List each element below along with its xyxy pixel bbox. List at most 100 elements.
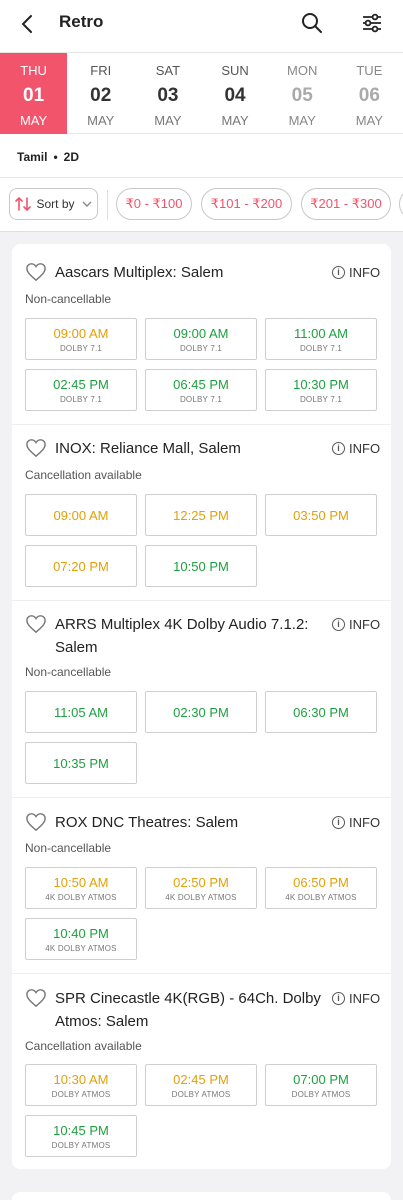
showtime-slot[interactable]: 03:50 PM (265, 494, 377, 536)
showtime-time: 02:30 PM (173, 705, 229, 720)
showtime-slot[interactable]: 02:50 PM 4K DOLBY ATMOS (145, 867, 257, 909)
info-button[interactable]: i INFO (332, 441, 380, 456)
venue-list-card: Aascars Multiplex: Salem i INFO Non-cance… (12, 244, 391, 1169)
showtime-slot[interactable]: 02:45 PM DOLBY ATMOS (145, 1064, 257, 1106)
showtime-time: 06:50 PM (293, 875, 349, 890)
showtime-format: DOLBY 7.1 (299, 344, 343, 353)
showtime-time: 11:00 AM (294, 326, 348, 341)
info-label: INFO (349, 815, 381, 830)
date-tue-06[interactable]: TUE 06 MAY (336, 53, 403, 134)
showtime-slot[interactable]: 06:50 PM 4K DOLBY ATMOS (265, 867, 377, 909)
showtime-slot[interactable]: 06:30 PM (265, 691, 377, 733)
showtime-slot[interactable]: 10:50 PM (145, 545, 257, 587)
back-arrow-icon[interactable] (16, 12, 40, 36)
app-header: Retro (0, 0, 403, 52)
date-day: 06 (358, 85, 380, 106)
info-label: INFO (349, 617, 381, 632)
venue-name-line1: ARRS Multiplex 4K Dolby Audio 7.1.2: (55, 616, 309, 633)
showtime-slot[interactable]: 10:30 AM DOLBY ATMOS (25, 1064, 137, 1106)
date-month: MAY (19, 113, 48, 128)
showtime-time: 03:50 PM (293, 508, 349, 523)
price-chip-0-100[interactable]: ₹0 - ₹100 (116, 188, 192, 220)
search-icon[interactable] (300, 11, 324, 35)
sort-by-button[interactable]: Sort by (9, 188, 98, 220)
date-mon-05[interactable]: MON 05 MAY (269, 53, 336, 134)
info-label: INFO (349, 991, 381, 1006)
info-button[interactable]: i INFO (332, 265, 380, 280)
date-day: 03 (157, 85, 179, 106)
showtime-slot[interactable]: 10:45 PM DOLBY ATMOS (25, 1115, 137, 1157)
info-button[interactable]: i INFO (332, 617, 380, 632)
venue-name[interactable]: INOX: Reliance Mall, Salem (55, 437, 325, 460)
next-card-partial (12, 1192, 391, 1200)
showtime-slot[interactable]: 02:30 PM (145, 691, 257, 733)
showtime-format: 4K DOLBY ATMOS (285, 893, 357, 902)
showtime-time: 12:25 PM (173, 508, 229, 523)
showtime-slot[interactable]: 02:45 PM DOLBY 7.1 (25, 369, 137, 411)
date-weekday: SUN (221, 63, 249, 78)
language-format-label: Tamil • 2D (17, 150, 79, 164)
date-thu-01[interactable]: THU 01 MAY (0, 53, 68, 134)
showtime-time: 09:00 AM (53, 508, 109, 523)
date-day: 04 (224, 85, 246, 106)
showtime-time: 09:00 AM (173, 326, 229, 341)
showtime-slot[interactable]: 07:20 PM (25, 545, 137, 587)
date-selector: THU 01 MAY FRI 02 MAY SAT 03 MAY SUN 04 … (0, 52, 403, 134)
info-icon: i (332, 992, 345, 1005)
showtime-time: 06:45 PM (173, 377, 229, 392)
showtime-slot[interactable]: 06:45 PM DOLBY 7.1 (145, 369, 257, 411)
heart-icon[interactable] (25, 812, 47, 832)
date-month: MAY (221, 113, 249, 128)
filter-sliders-icon[interactable] (360, 11, 384, 35)
heart-icon[interactable] (25, 438, 47, 458)
heart-icon[interactable] (25, 988, 47, 1008)
showtime-slot[interactable]: 09:00 AM (25, 494, 137, 536)
showtime-slot[interactable]: 07:00 PM DOLBY ATMOS (265, 1064, 377, 1106)
date-weekday: FRI (90, 63, 112, 78)
date-sat-03[interactable]: SAT 03 MAY (134, 53, 201, 134)
date-month: MAY (355, 113, 383, 128)
heart-icon[interactable] (25, 262, 47, 282)
showtime-slot[interactable]: 09:00 AM DOLBY 7.1 (145, 318, 257, 360)
language-format-bar: Tamil • 2D (0, 134, 403, 178)
showtime-time: 07:00 PM (293, 1072, 349, 1087)
showtime-format: DOLBY 7.1 (179, 344, 223, 353)
showtime-slot[interactable]: 11:05 AM (25, 691, 137, 733)
showtime-format: 4K DOLBY ATMOS (45, 944, 117, 953)
info-button[interactable]: i INFO (332, 815, 380, 830)
showtime-time: 10:35 PM (53, 756, 109, 771)
showtime-slot[interactable]: 09:00 AM DOLBY 7.1 (25, 318, 137, 360)
date-weekday: TUE (356, 63, 383, 78)
cancellation-policy: Cancellation available (25, 468, 142, 482)
date-day: 02 (90, 85, 112, 106)
showtime-time: 09:00 AM (53, 326, 109, 341)
showtime-slot[interactable]: 10:35 PM (25, 742, 137, 784)
date-month: MAY (288, 113, 316, 128)
venue-name[interactable]: ROX DNC Theatres: Salem (55, 811, 325, 834)
date-fri-02[interactable]: FRI 02 MAY (67, 53, 134, 134)
info-icon: i (332, 816, 345, 829)
showtime-slot[interactable]: 11:00 AM DOLBY 7.1 (265, 318, 377, 360)
showtime-slot[interactable]: 10:40 PM 4K DOLBY ATMOS (25, 918, 137, 960)
venue-name[interactable]: ARRS Multiplex 4K Dolby Audio 7.1.2: Sale… (55, 613, 325, 659)
info-button[interactable]: i INFO (332, 991, 380, 1006)
price-chip-201-300[interactable]: ₹201 - ₹300 (301, 188, 391, 220)
showtime-slot[interactable]: 10:30 PM DOLBY 7.1 (265, 369, 377, 411)
venue-name[interactable]: SPR Cinecastle 4K(RGB) - 64Ch. Dolby Atmo… (55, 987, 325, 1033)
showtime-format: DOLBY 7.1 (59, 344, 103, 353)
chevron-down-icon (82, 201, 91, 207)
venue-name[interactable]: Aascars Multiplex: Salem (55, 261, 325, 284)
format-label: 2D (63, 150, 79, 164)
showtime-slot[interactable]: 10:50 AM 4K DOLBY ATMOS (25, 867, 137, 909)
venue-name-line2: Salem (55, 639, 98, 656)
showtime-format: DOLBY ATMOS (51, 1141, 111, 1150)
price-chip-more[interactable] (399, 188, 403, 220)
price-chip-101-200[interactable]: ₹101 - ₹200 (201, 188, 292, 220)
venue-divider (12, 424, 391, 425)
showtime-slot[interactable]: 12:25 PM (145, 494, 257, 536)
venue-divider (12, 797, 391, 798)
date-sun-04[interactable]: SUN 04 MAY (201, 53, 268, 134)
showtime-time: 10:45 PM (53, 1123, 109, 1138)
heart-icon[interactable] (25, 614, 47, 634)
date-weekday: MON (287, 63, 318, 78)
